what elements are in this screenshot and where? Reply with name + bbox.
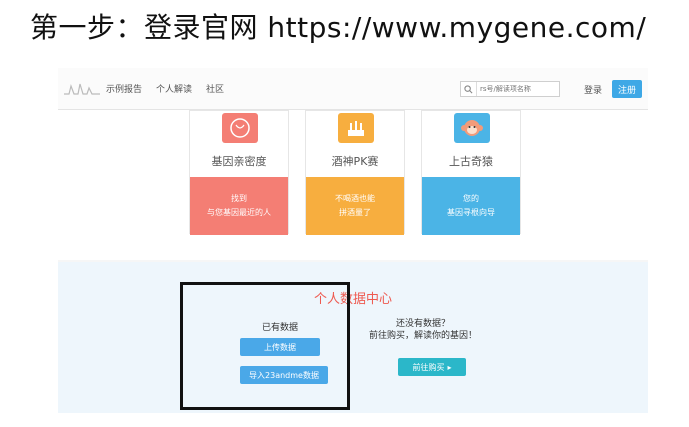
website-screenshot: 示例报告 个人解读 社区 登录 注册 基因亲密度 找到 与您基因最近的人 [58,68,648,413]
card-drinking-pk[interactable]: 酒神PK赛 不喝酒也能 拼酒量了 [305,110,405,235]
highlight-box [180,282,350,410]
personal-data-center: 个人数据中心 已有数据 上传数据 导入23andme数据 还没有数据？ 前往购买… [58,262,648,413]
card-line: 与您基因最近的人 [207,208,271,217]
card-line: 基因寻根向导 [447,208,495,217]
card-line: 拼酒量了 [339,208,371,217]
card-line: 找到 [231,194,247,203]
data-center-title: 个人数据中心 [313,292,392,307]
monkey-icon [454,113,490,143]
card-title: 酒神PK赛 [331,155,379,168]
nav-link-community[interactable]: 社区 [206,82,224,95]
card-gene-intimacy[interactable]: 基因亲密度 找到 与您基因最近的人 [189,110,289,235]
buy-label: 前往购买 [412,362,445,372]
chevron-right-icon: ▸ [447,362,452,372]
heart-icon [222,113,258,143]
nav-link-personal[interactable]: 个人解读 [156,82,192,95]
nav-link-sample-report[interactable]: 示例报告 [106,82,142,95]
search-box [460,81,560,97]
nav-links: 示例报告 个人解读 社区 [106,82,224,95]
no-data-text: 还没有数据？ 前往购买，解读你的基因！ [358,318,488,342]
top-nav: 示例报告 个人解读 社区 登录 注册 [58,68,648,110]
card-strip: 找到 与您基因最近的人 [190,177,288,235]
card-title: 基因亲密度 [211,155,267,168]
register-button[interactable]: 注册 [612,80,642,98]
search-input[interactable] [477,85,557,93]
card-ancient-ape[interactable]: 上古奇猿 您的 基因寻根向导 [421,110,521,235]
card-line: 您的 [463,194,479,203]
no-data-line: 还没有数据？ [395,319,450,329]
buy-button[interactable]: 前往购买 ▸ [398,358,466,376]
no-data-line: 前往购买，解读你的基因！ [368,331,477,341]
trophy-icon [338,113,374,143]
login-link[interactable]: 登录 [584,83,602,96]
card-line: 不喝酒也能 [335,194,375,203]
card-strip: 您的 基因寻根向导 [422,177,520,235]
search-icon[interactable] [461,82,477,96]
card-title: 上古奇猿 [449,155,493,168]
feature-cards: 基因亲密度 找到 与您基因最近的人 酒神PK赛 不喝酒也能 拼酒量了 上古奇猿 … [58,110,648,260]
card-strip: 不喝酒也能 拼酒量了 [306,177,404,235]
logo-icon [64,83,100,95]
page-heading: 第一步：登录官网 https://www.mygene.com/ [30,11,647,44]
